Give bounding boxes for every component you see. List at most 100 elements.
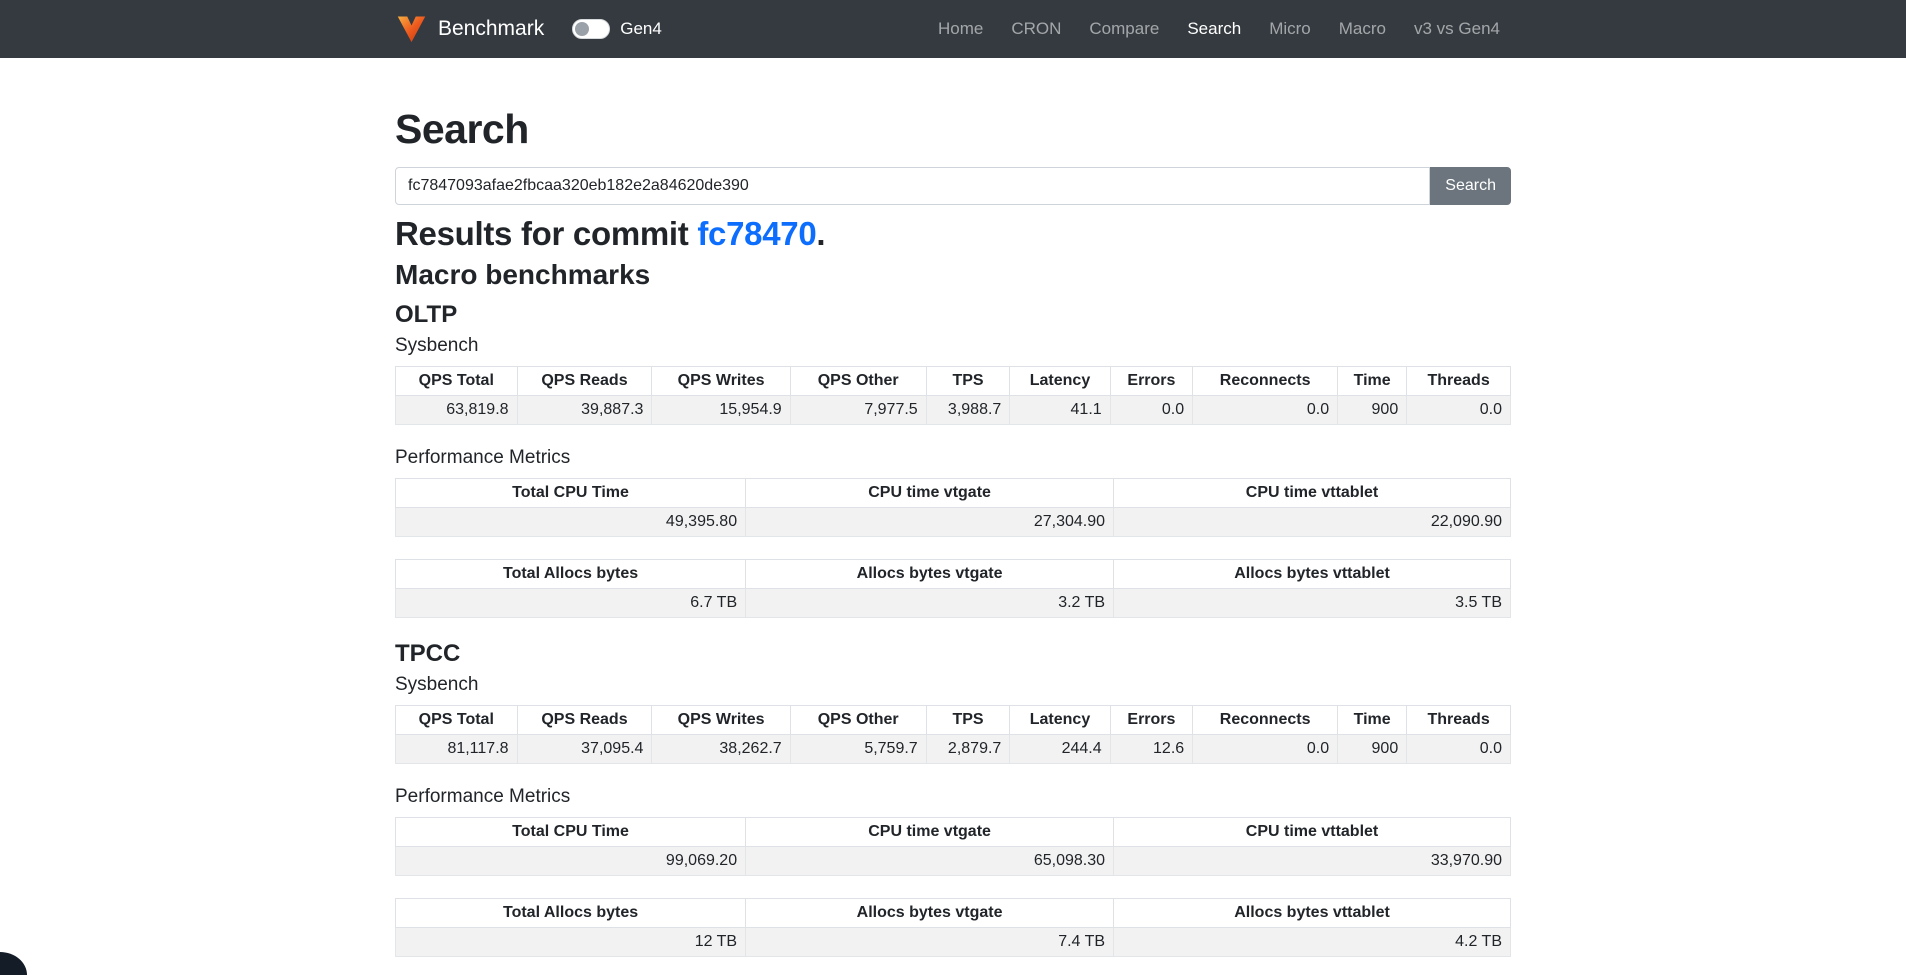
navbar: Benchmark Gen4 Home CRON Compare Search … [0,0,1906,58]
cell-value: 7.4 TB [746,928,1114,957]
cell-value: 3.5 TB [1114,589,1511,618]
nav-item-home[interactable]: Home [927,13,994,45]
nav-item-v3-vs-gen4[interactable]: v3 vs Gen4 [1403,13,1511,45]
cell-value: 99,069.20 [396,847,746,876]
cell-value: 41.1 [1010,396,1110,425]
column-header: Reconnects [1193,367,1338,396]
table-row: 6.7 TB3.2 TB3.5 TB [396,589,1511,618]
column-header: Total Allocs bytes [396,899,746,928]
column-header: Total Allocs bytes [396,560,746,589]
column-header: Latency [1010,367,1110,396]
column-header: TPS [926,706,1010,735]
cell-value: 6.7 TB [396,589,746,618]
gen4-toggle-label: Gen4 [620,19,662,39]
column-header: CPU time vttablet [1114,479,1511,508]
cell-value: 38,262.7 [652,735,790,764]
column-header: Allocs bytes vtgate [746,899,1114,928]
benchmark-section-tpcc: TPCC Sysbench QPS TotalQPS ReadsQPS Writ… [395,640,1511,957]
brand-title: Benchmark [438,17,544,41]
results-suffix: . [816,215,825,252]
cell-value: 12.6 [1110,735,1193,764]
allocs-bytes-table: Total Allocs bytesAllocs bytes vtgateAll… [395,898,1511,957]
cell-value: 3.2 TB [746,589,1114,618]
column-header: Threads [1407,706,1511,735]
header-row: QPS TotalQPS ReadsQPS WritesQPS OtherTPS… [396,367,1511,396]
column-header: Allocs bytes vttablet [1114,560,1511,589]
cell-value: 3,988.7 [926,396,1010,425]
column-header: QPS Reads [517,367,652,396]
column-header: QPS Total [396,367,518,396]
column-header: CPU time vtgate [746,479,1114,508]
column-header: TPS [926,367,1010,396]
commit-link[interactable]: fc78470 [697,215,816,252]
cell-value: 5,759.7 [790,735,926,764]
nav-item-cron[interactable]: CRON [1000,13,1072,45]
column-header: Reconnects [1193,706,1338,735]
nav-item-compare[interactable]: Compare [1078,13,1170,45]
cell-value: 12 TB [396,928,746,957]
table-row: 81,117.837,095.438,262.75,759.72,879.724… [396,735,1511,764]
brand[interactable]: Benchmark [395,14,544,44]
performance-metrics-label: Performance Metrics [395,447,1511,469]
column-header: CPU time vttablet [1114,818,1511,847]
cell-value: 22,090.90 [1114,508,1511,537]
cell-value: 7,977.5 [790,396,926,425]
cell-value: 4.2 TB [1114,928,1511,957]
column-header: Errors [1110,706,1193,735]
column-header: QPS Writes [652,367,790,396]
page-title: Search [395,106,1511,153]
cell-value: 0.0 [1407,735,1511,764]
macro-benchmarks-title: Macro benchmarks [395,259,1511,291]
cell-value: 900 [1338,396,1407,425]
column-header: Threads [1407,367,1511,396]
cpu-time-table: Total CPU TimeCPU time vtgateCPU time vt… [395,478,1511,537]
nav-item-macro[interactable]: Macro [1328,13,1397,45]
search-input[interactable] [395,167,1430,205]
column-header: Time [1338,706,1407,735]
sysbench-label: Sysbench [395,335,1511,357]
table-row: 63,819.839,887.315,954.97,977.53,988.741… [396,396,1511,425]
cpu-time-table: Total CPU TimeCPU time vtgateCPU time vt… [395,817,1511,876]
nav-item-micro[interactable]: Micro [1258,13,1322,45]
search-button[interactable]: Search [1430,167,1511,205]
header-row: Total CPU TimeCPU time vtgateCPU time vt… [396,818,1511,847]
gen4-toggle[interactable] [572,19,610,39]
nav-item-search[interactable]: Search [1176,13,1252,45]
cell-value: 0.0 [1193,396,1338,425]
column-header: QPS Total [396,706,518,735]
results-title: Results for commit fc78470. [395,215,1511,253]
table-row: 99,069.2065,098.3033,970.90 [396,847,1511,876]
header-row: Total Allocs bytesAllocs bytes vtgateAll… [396,560,1511,589]
nav-links: Home CRON Compare Search Micro Macro v3 … [927,13,1511,45]
allocs-bytes-table: Total Allocs bytesAllocs bytes vtgateAll… [395,559,1511,618]
search-input-group: Search [395,167,1511,205]
corner-artifact [0,952,27,975]
sysbench-results-table: QPS TotalQPS ReadsQPS WritesQPS OtherTPS… [395,366,1511,425]
column-header: Latency [1010,706,1110,735]
header-row: Total Allocs bytesAllocs bytes vtgateAll… [396,899,1511,928]
cell-value: 27,304.90 [746,508,1114,537]
column-header: Allocs bytes vtgate [746,560,1114,589]
cell-value: 0.0 [1407,396,1511,425]
column-header: Allocs bytes vttablet [1114,899,1511,928]
cell-value: 900 [1338,735,1407,764]
sysbench-results-table: QPS TotalQPS ReadsQPS WritesQPS OtherTPS… [395,705,1511,764]
column-header: QPS Writes [652,706,790,735]
column-header: QPS Other [790,367,926,396]
cell-value: 2,879.7 [926,735,1010,764]
performance-metrics-label: Performance Metrics [395,786,1511,808]
cell-value: 33,970.90 [1114,847,1511,876]
toggle-knob [575,22,589,36]
vitess-logo-icon [395,14,428,44]
table-row: 49,395.8027,304.9022,090.90 [396,508,1511,537]
column-header: CPU time vtgate [746,818,1114,847]
cell-value: 49,395.80 [396,508,746,537]
sysbench-label: Sysbench [395,674,1511,696]
column-header: Errors [1110,367,1193,396]
cell-value: 63,819.8 [396,396,518,425]
cell-value: 15,954.9 [652,396,790,425]
column-header: Total CPU Time [396,818,746,847]
cell-value: 37,095.4 [517,735,652,764]
header-row: Total CPU TimeCPU time vtgateCPU time vt… [396,479,1511,508]
cell-value: 0.0 [1193,735,1338,764]
